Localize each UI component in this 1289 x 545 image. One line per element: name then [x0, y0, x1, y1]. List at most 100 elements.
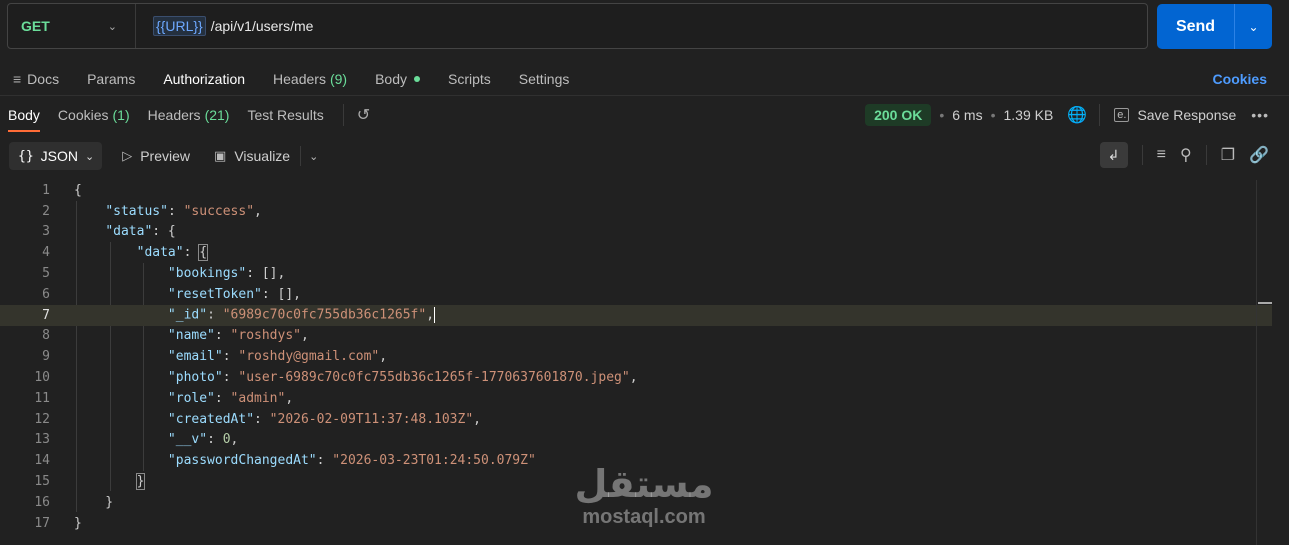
tab-authorization[interactable]: Authorization — [149, 62, 259, 95]
divider — [1205, 145, 1207, 165]
tab-label: Headers — [273, 70, 326, 87]
watermark-logo: مستقل mostaql.com — [572, 462, 716, 528]
format-label: JSON — [40, 148, 78, 164]
matched-bracket: { — [198, 244, 209, 262]
response-tabs: Body Cookies (1) Headers (21) Test Resul… — [0, 98, 1289, 132]
line-number: 9 — [42, 349, 50, 365]
line-number: 10 — [34, 370, 50, 386]
send-button[interactable]: Send — [1157, 4, 1235, 49]
tab-params[interactable]: Params — [73, 62, 149, 95]
json-string: "6989c70c0fc755db36c1265f" — [222, 307, 427, 323]
response-meta: 200 OK • 6 ms • 1.39 KB 🌐 e. Save Respon… — [865, 98, 1289, 132]
tab-body[interactable]: Body — [361, 62, 434, 95]
json-key: "role" — [167, 390, 215, 406]
line-number: 6 — [42, 286, 50, 302]
copy-icon[interactable]: ❐ — [1221, 145, 1235, 165]
save-icon: e. — [1114, 108, 1130, 122]
more-icon[interactable]: ••• — [1251, 107, 1269, 123]
code-line: 9 "email": "roshdy@gmail.com", — [0, 346, 1272, 367]
tab-response-headers[interactable]: Headers (21) — [139, 98, 239, 132]
send-button-group[interactable]: Send ⌄ — [1157, 4, 1272, 49]
method-select[interactable]: GET ⌄ — [8, 4, 136, 48]
chevron-down-icon[interactable]: ⌄ — [309, 150, 318, 163]
image-icon: ▣ — [214, 148, 227, 163]
globe-icon[interactable]: 🌐 — [1067, 105, 1087, 125]
code-line: 12 "createdAt": "2026-02-09T11:37:48.103… — [0, 409, 1272, 430]
code-line: 6 "resetToken": [], — [0, 284, 1272, 305]
json-string: "2026-03-23T01:24:50.079Z" — [332, 453, 536, 469]
braces-icon: {} — [18, 148, 34, 164]
tab-response-cookies[interactable]: Cookies (1) — [49, 98, 139, 132]
response-size[interactable]: 1.39 KB — [1004, 107, 1054, 123]
watermark-latin: mostaql.com — [582, 506, 706, 528]
tab-settings[interactable]: Settings — [505, 62, 584, 95]
visualize-label: Visualize — [234, 148, 291, 164]
code-text: "passwordChangedAt": "2026-03-23T01:24:5… — [167, 453, 536, 469]
line-number: 3 — [42, 224, 50, 240]
line-number: 17 — [34, 515, 50, 531]
text-cursor — [434, 307, 436, 324]
code-text: "_id": "6989c70c0fc755db36c1265f", — [167, 307, 436, 324]
code-line: 13 "__v": 0, — [0, 430, 1272, 451]
line-number: 13 — [34, 432, 50, 448]
json-key: "name" — [167, 328, 215, 344]
editor-scrollbar[interactable] — [1256, 180, 1272, 545]
tab-response-body[interactable]: Body — [0, 98, 49, 132]
code-text: { — [74, 182, 82, 198]
code-line: 1 { — [0, 180, 1272, 201]
code-text: "email": "roshdy@gmail.com", — [167, 349, 388, 365]
tab-scripts[interactable]: Scripts — [434, 62, 505, 95]
code-line: 11 "role": "admin", — [0, 388, 1272, 409]
line-number: 7 — [42, 307, 50, 323]
line-number: 15 — [34, 474, 50, 490]
line-number: 12 — [34, 411, 50, 427]
filter-icon[interactable]: ≡ — [1157, 146, 1166, 164]
json-string: "2026-02-09T11:37:48.103Z" — [269, 411, 474, 427]
tab-headers[interactable]: Headers (9) — [259, 62, 361, 95]
format-select[interactable]: {} JSON ⌄ — [9, 142, 103, 170]
line-number: 14 — [34, 453, 50, 469]
save-response-button[interactable]: e. Save Response — [1114, 107, 1236, 123]
preview-button[interactable]: ▷ Preview — [122, 148, 190, 164]
url-input[interactable]: {{URL}} /api/v1/users/me — [136, 16, 313, 36]
history-icon[interactable]: ↺ — [357, 105, 370, 125]
line-number: 16 — [34, 494, 50, 510]
tab-label: Cookies — [57, 107, 109, 123]
code-text: "data": { — [136, 244, 209, 262]
separator-dot: • — [939, 107, 945, 123]
method-label: GET — [21, 18, 50, 34]
separator-dot: • — [990, 107, 996, 123]
link-icon[interactable]: 🔗 — [1249, 145, 1269, 165]
chevron-down-icon: ⌄ — [107, 20, 117, 33]
tab-label: Test Results — [247, 107, 324, 123]
tab-count: (21) — [204, 107, 230, 123]
url-bar[interactable]: GET ⌄ {{URL}} /api/v1/users/me — [7, 3, 1148, 49]
json-key: "data" — [136, 245, 184, 261]
json-key: "__v" — [167, 432, 208, 448]
tab-docs[interactable]: ≡ Docs — [0, 62, 73, 95]
wrap-lines-icon[interactable]: ↲ — [1099, 142, 1128, 168]
matched-bracket: } — [135, 473, 146, 491]
search-icon[interactable]: ⚲ — [1180, 145, 1192, 165]
json-key: "photo" — [167, 370, 223, 386]
tab-label: Settings — [518, 70, 570, 87]
tab-label: Params — [87, 70, 136, 87]
tab-label: Body — [375, 70, 407, 87]
toolbar-right: ↲ ≡ ⚲ ❐ 🔗 — [1099, 142, 1269, 168]
scroll-position-marker — [1258, 302, 1272, 304]
save-label: Save Response — [1137, 107, 1237, 123]
response-time[interactable]: 6 ms — [952, 107, 982, 123]
tab-test-results[interactable]: Test Results — [238, 98, 332, 132]
url-variable[interactable]: {{URL}} — [153, 16, 206, 36]
code-text: "resetToken": [], — [167, 286, 301, 302]
request-tabs: ≡ Docs Params Authorization Headers (9) … — [0, 62, 1289, 96]
divider — [1141, 145, 1143, 165]
chevron-down-icon[interactable]: ⌄ — [1235, 4, 1272, 49]
status-badge[interactable]: 200 OK — [865, 104, 932, 126]
code-line: 8 "name": "roshdys", — [0, 326, 1272, 347]
json-number: 0 — [222, 432, 231, 448]
divider — [300, 146, 302, 166]
cookies-link[interactable]: Cookies — [1213, 62, 1267, 95]
visualize-button[interactable]: ▣ Visualize — [214, 148, 290, 164]
code-text: "createdAt": "2026-02-09T11:37:48.103Z", — [167, 411, 481, 427]
